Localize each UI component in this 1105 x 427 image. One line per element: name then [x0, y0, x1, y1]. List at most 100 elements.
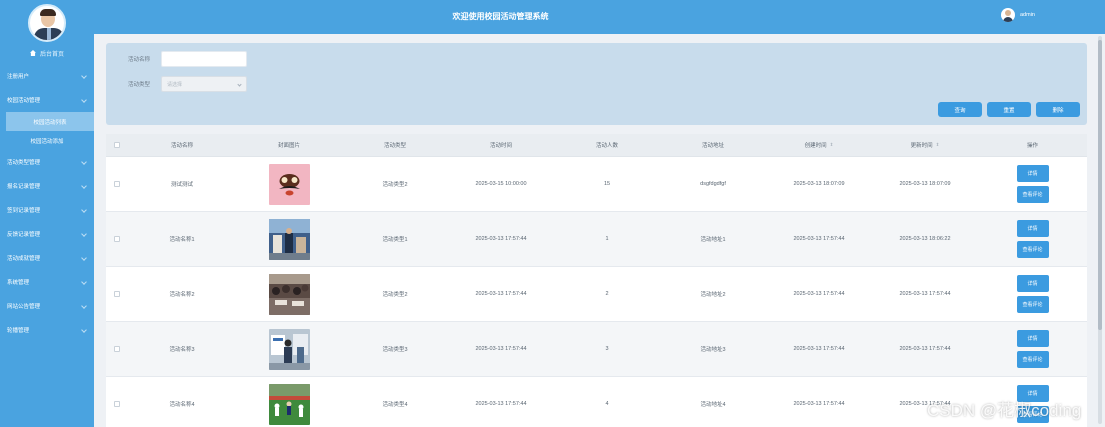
search-row-type: 活动类型 请选择 — [122, 76, 247, 92]
cover-image[interactable] — [268, 328, 310, 370]
activity-name-input[interactable] — [161, 51, 247, 67]
cell-updated: 2025-03-13 18:06:22 — [899, 236, 951, 242]
cell-ops: 详情 查看评论 — [978, 212, 1087, 266]
cell-created: 2025-03-13 17:57:44 — [793, 291, 845, 297]
sidebar-item-activity-types[interactable]: 活动类型管理 — [0, 150, 94, 174]
chevron-down-icon — [81, 303, 87, 309]
sidebar-item-label: 校园活动管理 — [7, 98, 41, 104]
sidebar-item-activities[interactable]: 校园活动管理 — [0, 88, 94, 112]
col-address: 活动地址 — [701, 143, 724, 149]
sidebar-item-label: 签到记录管理 — [7, 208, 41, 214]
cell-ops: 详情 查看评论 — [978, 322, 1087, 376]
row-checkbox-cell — [106, 212, 128, 266]
detail-button[interactable]: 详情 — [1016, 165, 1049, 182]
table-row: 测试测试 活动类型2 2025-03-15 10:00:00 15 dsgfdg… — [106, 157, 1087, 212]
watermark: CSDN @花椒coding — [927, 401, 1082, 420]
chevron-down-icon — [81, 97, 87, 103]
row-checkbox[interactable] — [114, 346, 120, 352]
activity-type-placeholder: 请选择 — [167, 81, 183, 88]
col-cover: 封面图片 — [277, 143, 300, 149]
sidebar-item-feedback[interactable]: 反馈记录管理 — [0, 222, 94, 246]
cell-time: 2025-03-15 10:00:00 — [475, 181, 527, 187]
top-header: 欢迎使用校园活动管理系统 admin — [94, 0, 1105, 34]
user-menu[interactable]: admin — [1001, 8, 1035, 22]
select-all-checkbox[interactable] — [114, 142, 120, 148]
chevron-down-icon — [81, 231, 87, 237]
cell-updated: 2025-03-13 18:07:09 — [899, 181, 951, 187]
sidebar-item-checkins[interactable]: 签到记录管理 — [0, 198, 94, 222]
activity-name-label: 活动名称 — [127, 57, 150, 63]
cell-cover — [236, 322, 342, 376]
cell-time: 2025-03-13 17:57:44 — [475, 291, 527, 297]
table-row: 活动名称3 活动类型3 2025-03-13 17:57:44 3 活动地址3 … — [106, 322, 1087, 377]
col-time: 活动时间 — [489, 143, 512, 149]
sidebar-item-label: 系统管理 — [7, 280, 30, 286]
sidebar-item-announcements[interactable]: 网站公告管理 — [0, 294, 94, 318]
row-checkbox[interactable] — [114, 236, 120, 242]
cell-address: 活动地址2 — [700, 292, 726, 298]
table-row: 活动名称2 活动类型2 2025-03-13 17:57:44 2 活动地址2 … — [106, 267, 1087, 322]
chevron-down-icon — [81, 255, 87, 261]
sidebar-item-carousel[interactable]: 轮播管理 — [0, 318, 94, 342]
cover-image[interactable] — [268, 218, 310, 260]
cover-image[interactable] — [268, 273, 310, 315]
col-updated[interactable]: 更新时间 ⇕ — [872, 134, 978, 156]
avatar-hair — [40, 9, 56, 16]
cell-name: 测试测试 — [170, 182, 193, 188]
cell-updated: 2025-03-13 17:57:44 — [899, 291, 951, 297]
row-checkbox[interactable] — [114, 401, 120, 407]
cell-address: 活动地址3 — [700, 347, 726, 353]
sort-icon[interactable]: ⇕ — [936, 142, 940, 148]
sidebar-item-users[interactable]: 注册用户 — [0, 64, 94, 88]
table-row: 活动名称1 活动类型1 2025-03-13 17:57:44 1 活动地址1 … — [106, 212, 1087, 267]
sidebar-subitem-activity-list[interactable]: 校园活动列表 — [6, 112, 94, 131]
delete-button[interactable]: 删除 — [1036, 102, 1080, 117]
detail-button[interactable]: 详情 — [1016, 330, 1049, 347]
search-actions: 查询 重置 删除 — [938, 102, 1080, 117]
sidebar: 后台首页 注册用户 校园活动管理 校园活动列表 校园活动添加 活动类型管理 报名… — [0, 0, 94, 427]
cell-created: 2025-03-13 17:57:44 — [793, 346, 845, 352]
view-comments-button[interactable]: 查看评论 — [1016, 186, 1049, 203]
sidebar-menu: 注册用户 校园活动管理 校园活动列表 校园活动添加 活动类型管理 报名记录管理 … — [0, 64, 94, 342]
sidebar-item-label: 活动成就管理 — [7, 256, 41, 262]
avatar-wrap — [0, 0, 94, 44]
activity-type-select[interactable]: 请选择 — [161, 76, 247, 92]
row-checkbox[interactable] — [114, 291, 120, 297]
detail-button[interactable]: 详情 — [1016, 275, 1049, 292]
page-scrollbar[interactable] — [1098, 36, 1102, 424]
query-button[interactable]: 查询 — [938, 102, 982, 117]
avatar[interactable] — [28, 4, 66, 42]
view-comments-button[interactable]: 查看评论 — [1016, 351, 1049, 368]
cover-image[interactable] — [268, 163, 310, 205]
sidebar-item-system[interactable]: 系统管理 — [0, 270, 94, 294]
row-checkbox-cell — [106, 322, 128, 376]
view-comments-button[interactable]: 查看评论 — [1016, 296, 1049, 313]
col-count: 活动人数 — [595, 143, 618, 149]
page-title: 欢迎使用校园活动管理系统 — [452, 12, 549, 21]
detail-button[interactable]: 详情 — [1016, 220, 1049, 237]
cell-cover — [236, 157, 342, 211]
sidebar-subitem-activity-add[interactable]: 校园活动添加 — [0, 131, 94, 150]
home-link[interactable]: 后台首页 — [0, 46, 94, 60]
cell-count: 15 — [603, 181, 611, 187]
col-type: 活动类型 — [383, 143, 406, 149]
view-comments-button[interactable]: 查看评论 — [1016, 241, 1049, 258]
home-icon — [29, 50, 36, 56]
cell-address: 活动地址4 — [700, 402, 726, 408]
cell-address: 活动地址1 — [700, 237, 726, 243]
sort-icon[interactable]: ⇕ — [830, 142, 834, 148]
col-created[interactable]: 创建时间 ⇕ — [766, 134, 872, 156]
cell-type: 活动类型2 — [382, 292, 408, 298]
header-checkbox-cell — [106, 134, 128, 156]
sidebar-item-signups[interactable]: 报名记录管理 — [0, 174, 94, 198]
sidebar-item-achievements[interactable]: 活动成就管理 — [0, 246, 94, 270]
avatar-tie — [47, 28, 51, 40]
sidebar-item-label: 活动类型管理 — [7, 160, 41, 166]
cell-ops: 详情 查看评论 — [978, 157, 1087, 211]
scrollbar-thumb[interactable] — [1098, 40, 1102, 330]
row-checkbox-cell — [106, 157, 128, 211]
row-checkbox[interactable] — [114, 181, 120, 187]
reset-button[interactable]: 重置 — [987, 102, 1031, 117]
sidebar-item-label: 注册用户 — [7, 74, 30, 80]
cover-image[interactable] — [268, 383, 310, 425]
